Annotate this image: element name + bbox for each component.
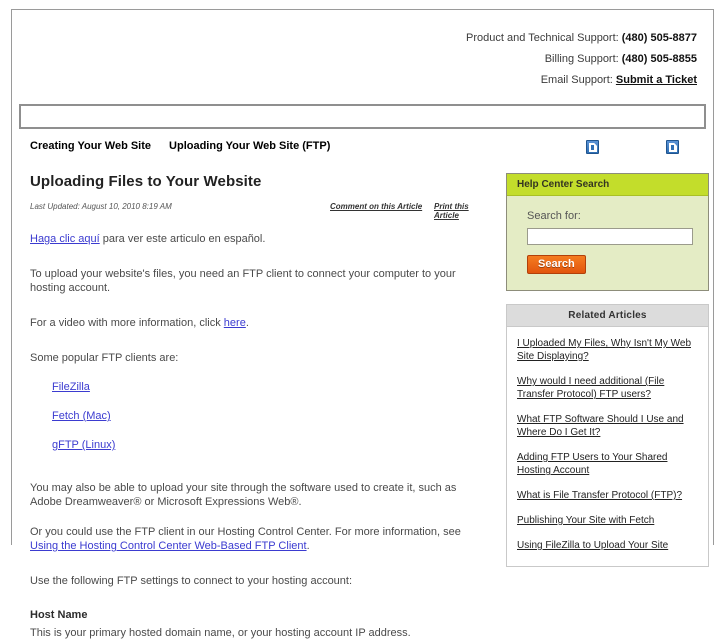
breadcrumb-item-uploading-your-web-site-ftp[interactable]: Uploading Your Web Site (FTP) (169, 140, 330, 152)
search-input[interactable] (527, 228, 693, 245)
list-item: FileZilla (52, 381, 490, 393)
list-item: Adding FTP Users to Your Shared Hosting … (517, 451, 698, 477)
intro-paragraph: To upload your website's files, you need… (30, 268, 456, 294)
video-paragraph-pre: For a video with more information, click (30, 317, 224, 329)
help-center-search-header: Help Center Search (507, 174, 708, 196)
support-phone-billing: (480) 505-8855 (621, 53, 697, 65)
hcc-ftp-client-link[interactable]: Using the Hosting Control Center Web-Bas… (30, 540, 307, 552)
spanish-article-link[interactable]: Haga clic aquí (30, 233, 100, 245)
host-name-description: This is your primary hosted domain name,… (30, 627, 411, 639)
list-item: I Uploaded My Files, Why Isn't My Web Si… (517, 337, 698, 363)
list-item: What FTP Software Should I Use and Where… (517, 413, 698, 439)
support-row-product: Product and Technical Support: (480) 505… (12, 28, 697, 49)
comment-on-article-link[interactable]: Comment on this Article (330, 202, 422, 211)
help-center-search-body: Search for: Search (507, 196, 708, 290)
support-header: Product and Technical Support: (480) 505… (12, 10, 713, 91)
host-name-heading: Host Name (30, 609, 88, 621)
search-for-label: Search for: (527, 210, 581, 222)
related-article-link-7[interactable]: Using FileZilla to Upload Your Site (517, 540, 668, 551)
list-item: gFTP (Linux) (52, 439, 490, 451)
breadcrumb: Creating Your Web Site Uploading Your Web… (19, 129, 706, 163)
support-label-email: Email Support: (540, 74, 616, 86)
list-item: Why would I need additional (File Transf… (517, 375, 698, 401)
clients-intro-paragraph: Some popular FTP clients are: (30, 352, 179, 364)
sidebar-column: Help Center Search Search for: Search Re… (506, 173, 709, 567)
broken-image-icon[interactable] (666, 140, 679, 154)
settings-paragraph: Use the following FTP settings to connec… (30, 575, 353, 587)
hcc-paragraph-post: . (306, 540, 310, 552)
gftp-linux-link[interactable]: gFTP (Linux) (52, 439, 115, 451)
print-article-link[interactable]: Print this Article (434, 202, 490, 220)
hosting-control-center-paragraph: Or you could use the FTP client in our H… (30, 525, 490, 553)
support-phone-product: (480) 505-8877 (621, 32, 697, 44)
filezilla-link[interactable]: FileZilla (52, 381, 90, 393)
list-item: Publishing Your Site with Fetch (517, 514, 698, 527)
support-row-billing: Billing Support: (480) 505-8855 (12, 49, 697, 70)
top-search-bar[interactable] (19, 104, 706, 129)
submit-a-ticket-link[interactable]: Submit a Ticket (616, 74, 697, 86)
related-article-link-2[interactable]: Why would I need additional (File Transf… (517, 376, 664, 400)
page-frame: Product and Technical Support: (480) 505… (11, 9, 714, 639)
list-item: What is File Transfer Protocol (FTP)? (517, 489, 698, 502)
article-column: Uploading Files to Your Website Last Upd… (30, 173, 490, 640)
hcc-paragraph-pre: Or you could use the FTP client in our H… (30, 526, 461, 538)
related-article-link-5[interactable]: What is File Transfer Protocol (FTP)? (517, 490, 682, 501)
broken-image-icon[interactable] (586, 140, 599, 154)
last-updated-text: Last Updated: August 10, 2010 8:19 AM (30, 202, 172, 211)
related-article-link-6[interactable]: Publishing Your Site with Fetch (517, 515, 654, 526)
article-meta: Last Updated: August 10, 2010 8:19 AM Co… (30, 202, 490, 220)
video-paragraph: For a video with more information, click… (30, 316, 490, 330)
support-label-product: Product and Technical Support: (466, 32, 622, 44)
fetch-mac-link[interactable]: Fetch (Mac) (52, 410, 111, 422)
list-item: Using FileZilla to Upload Your Site (517, 539, 698, 552)
video-here-link[interactable]: here (224, 317, 246, 329)
related-article-link-4[interactable]: Adding FTP Users to Your Shared Hosting … (517, 452, 667, 476)
related-article-link-1[interactable]: I Uploaded My Files, Why Isn't My Web Si… (517, 338, 691, 362)
page-title: Uploading Files to Your Website (30, 173, 262, 190)
help-center-search-panel: Help Center Search Search for: Search (506, 173, 709, 291)
spanish-paragraph-rest: para ver este articulo en español. (99, 233, 266, 245)
support-row-email: Email Support: Submit a Ticket (12, 70, 697, 91)
related-articles-header: Related Articles (507, 305, 708, 327)
spanish-paragraph: Haga clic aquí para ver este articulo en… (30, 232, 490, 246)
list-item: Fetch (Mac) (52, 410, 490, 422)
ftp-client-list: FileZilla Fetch (Mac) gFTP (Linux) (30, 381, 490, 451)
search-button[interactable]: Search (527, 255, 586, 274)
support-label-billing: Billing Support: (544, 53, 622, 65)
related-articles-panel: Related Articles I Uploaded My Files, Wh… (506, 304, 709, 567)
related-article-link-3[interactable]: What FTP Software Should I Use and Where… (517, 414, 684, 438)
related-articles-list: I Uploaded My Files, Why Isn't My Web Si… (507, 327, 708, 566)
software-paragraph: You may also be able to upload your site… (30, 482, 457, 508)
breadcrumb-item-creating-your-web-site[interactable]: Creating Your Web Site (30, 140, 151, 152)
video-paragraph-post: . (245, 317, 249, 329)
